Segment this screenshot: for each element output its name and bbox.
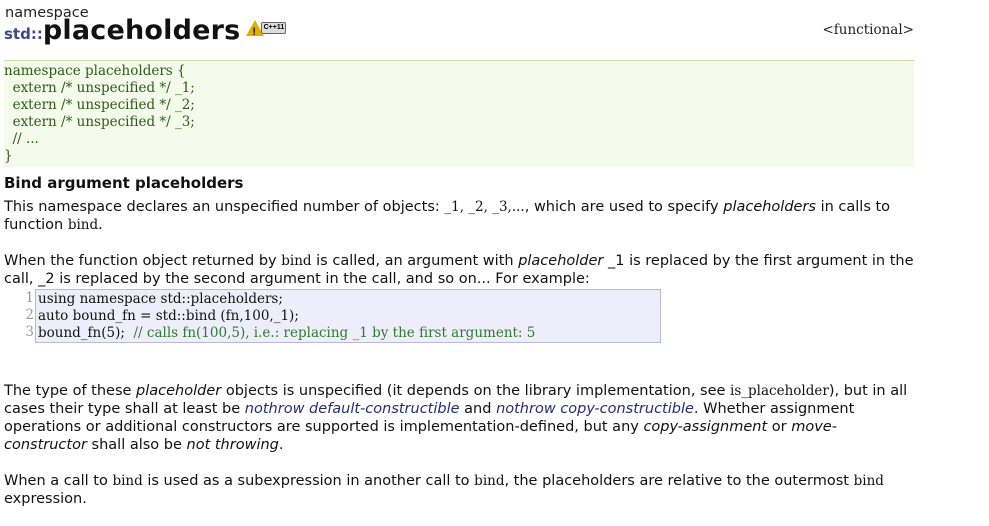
code-bind: bind bbox=[853, 473, 884, 489]
title-namespace-prefix: std:: bbox=[4, 25, 43, 43]
cpp11-badge-label: C++11 bbox=[261, 22, 287, 34]
text: . bbox=[98, 217, 103, 233]
declaration-line: } bbox=[4, 148, 13, 164]
text: shall also be bbox=[86, 437, 187, 453]
text: is called, an argument with bbox=[311, 253, 519, 269]
line-number: 1 bbox=[25, 290, 34, 306]
line-number: 2 bbox=[25, 307, 34, 323]
text: The type of these bbox=[4, 383, 137, 399]
declaration-line: // ... bbox=[4, 131, 39, 147]
code-bind: bind bbox=[112, 473, 143, 489]
title-name: placeholders bbox=[42, 15, 241, 46]
emphasis: placeholders bbox=[723, 199, 816, 215]
nothrow-copy-constructible-link[interactable]: nothrow copy-constructible bbox=[496, 401, 694, 417]
declaration-line: namespace placeholders { bbox=[4, 63, 186, 79]
emphasis: copy-assignment bbox=[643, 419, 768, 435]
code-is-placeholder-link[interactable]: is_placeholder bbox=[730, 383, 829, 399]
page-header: namespace std::placeholders! C++11 <funct… bbox=[4, 0, 914, 56]
declaration-line: extern /* unspecified */ _3; bbox=[4, 114, 195, 130]
header-file-label: <functional> bbox=[822, 22, 914, 38]
declaration-block: namespace placeholders { extern /* unspe… bbox=[4, 60, 914, 167]
line-numbers: 123 bbox=[4, 289, 34, 341]
code-example-body[interactable]: using namespace std::placeholders; auto … bbox=[35, 289, 661, 343]
placeholder-list: _1, _2, _3,... bbox=[444, 199, 525, 215]
text: When a call to bbox=[4, 473, 113, 489]
paragraph-behavior: When the function object returned by bin… bbox=[4, 252, 914, 288]
declaration-line: extern /* unspecified */ _2; bbox=[4, 97, 195, 113]
text: This namespace declares an unspecified n… bbox=[4, 199, 445, 215]
text: , the placeholders are relative to the o… bbox=[504, 473, 854, 489]
code-bind: bind bbox=[474, 473, 505, 489]
paragraph-type-requirements: The type of these placeholder objects is… bbox=[4, 382, 914, 454]
code-bind: bind bbox=[67, 217, 99, 233]
code-line: using namespace std::placeholders; bbox=[38, 291, 283, 307]
reference-page: namespace std::placeholders! C++11 <funct… bbox=[4, 0, 914, 526]
paragraph-nesting: When a call to bind is used as a subexpr… bbox=[4, 472, 914, 508]
paragraph-intro: This namespace declares an unspecified n… bbox=[4, 198, 914, 234]
text: objects is unspecified (it depends on th… bbox=[221, 383, 731, 399]
code-example: 123 using namespace std::placeholders; a… bbox=[4, 289, 914, 345]
text: , which are used to specify bbox=[524, 199, 724, 215]
declaration-line: extern /* unspecified */ _1; bbox=[4, 80, 195, 96]
nothrow-default-constructible-link[interactable]: nothrow default-constructible bbox=[245, 401, 460, 417]
text: expression. bbox=[4, 491, 87, 507]
page-title: std::placeholders ! C++11 bbox=[4, 17, 287, 44]
code-line: auto bound_fn = std::bind (fn,100,_1); bbox=[38, 308, 299, 324]
cpp11-warning-icon: ! C++11 bbox=[246, 20, 287, 38]
emphasis: not throwing bbox=[186, 437, 279, 453]
code-line: bound_fn(5); bbox=[38, 325, 134, 341]
emphasis: placeholder bbox=[136, 383, 222, 399]
section-heading: Bind argument placeholders bbox=[4, 174, 244, 192]
text: or bbox=[767, 419, 792, 435]
code-comment: // calls fn(100,5), i.e.: replacing _1 b… bbox=[133, 325, 536, 341]
emphasis: placeholder bbox=[518, 253, 604, 269]
line-number: 3 bbox=[25, 324, 34, 340]
text: is used as a subexpression in another ca… bbox=[142, 473, 475, 489]
code-bind: bind bbox=[281, 253, 312, 269]
text: . bbox=[278, 437, 284, 453]
text: When the function object returned by bbox=[4, 253, 282, 269]
text: and bbox=[459, 401, 497, 417]
